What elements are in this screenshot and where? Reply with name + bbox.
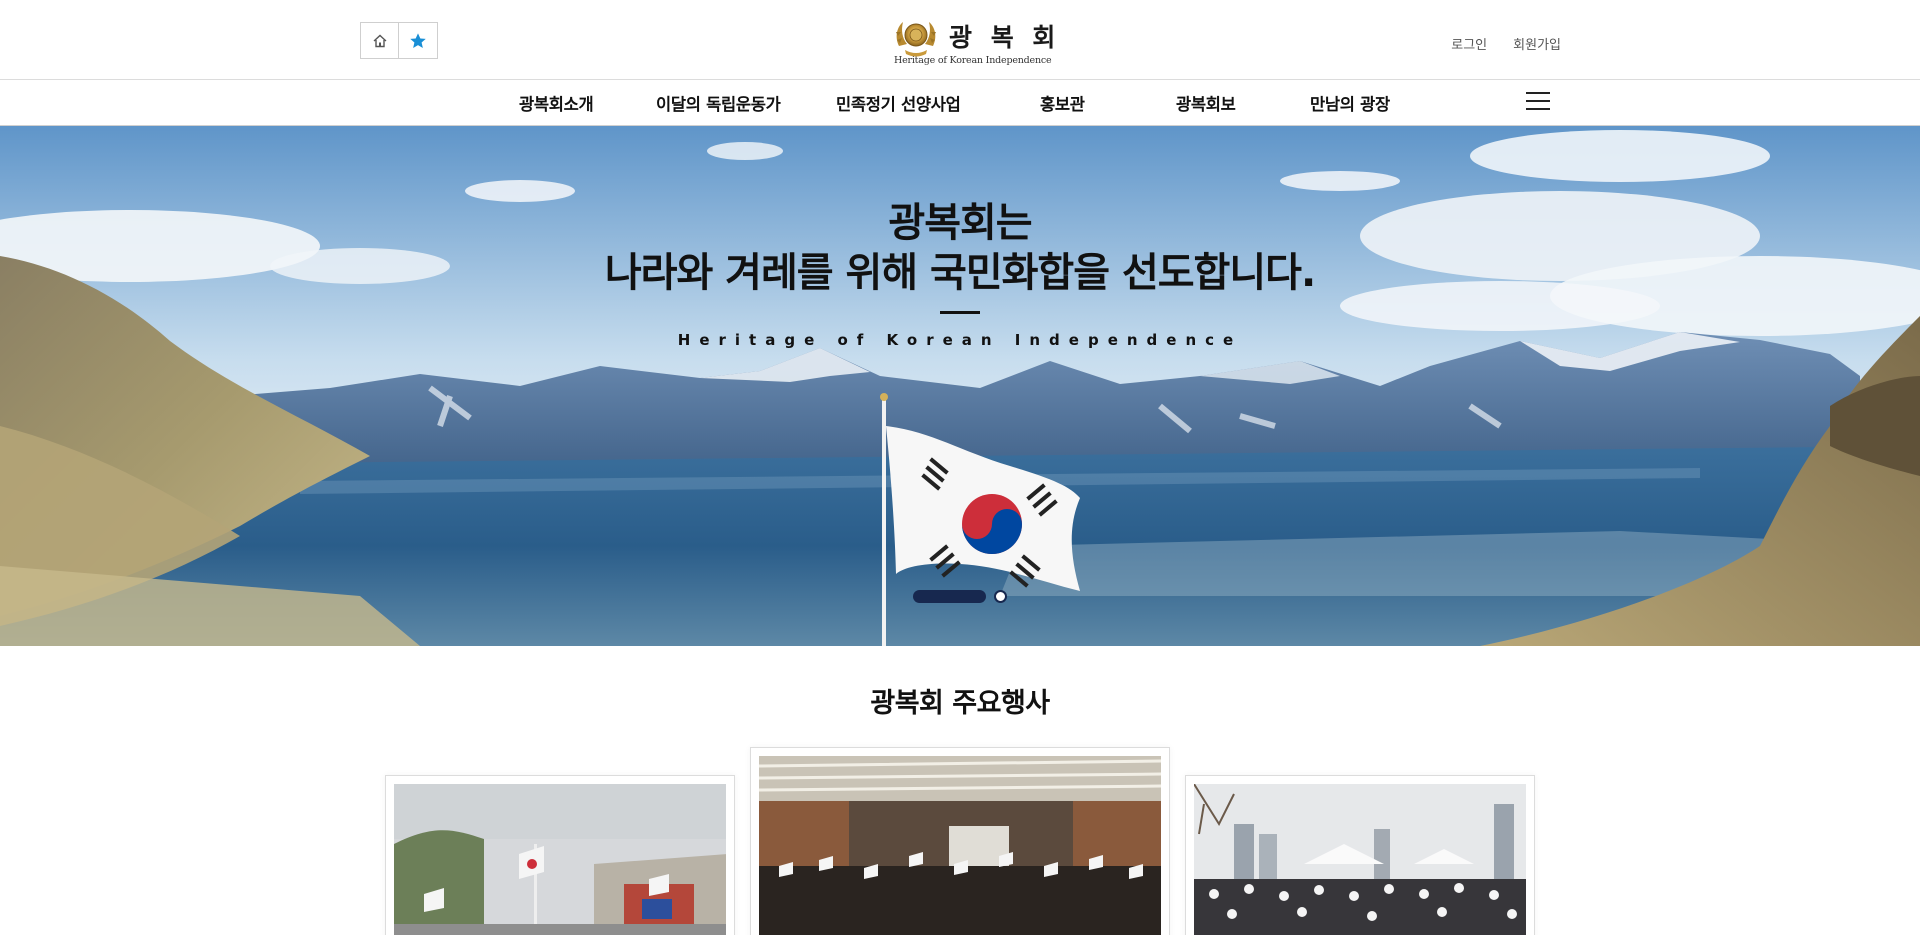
hero-divider: [940, 311, 980, 314]
nav-item-community[interactable]: 만남의 광장: [1310, 91, 1390, 115]
join-link[interactable]: 회원가입: [1513, 34, 1561, 53]
event-card[interactable]: [1185, 775, 1535, 935]
event-photo: [759, 756, 1161, 935]
nav-item-bulletin[interactable]: 광복회보: [1176, 91, 1236, 115]
slider-pagination: [913, 590, 1007, 603]
site-logo[interactable]: 광 복 회 Heritage of Korean Independence: [893, 16, 1055, 68]
top-header: 광 복 회 Heritage of Korean Independence 로그…: [0, 0, 1920, 80]
hero-title-line2: 나라와 겨레를 위해 국민화합을 선도합니다.: [604, 250, 1316, 296]
hero-banner: 광복회는 나라와 겨레를 위해 국민화합을 선도합니다. Heritage of…: [0, 126, 1920, 646]
event-photo: [394, 784, 726, 935]
login-link[interactable]: 로그인: [1451, 34, 1487, 53]
logo-subtitle: Heritage of Korean Independence: [894, 55, 1052, 66]
hamburger-menu-icon[interactable]: [1526, 92, 1550, 112]
event-photo: [1194, 784, 1526, 935]
star-icon: [410, 32, 426, 48]
nav-item-promotion[interactable]: 홍보관: [1040, 91, 1085, 115]
main-navigation: 광복회소개 이달의 독립운동가 민족정기 선양사업 홍보관 광복회보 만남의 광…: [0, 80, 1920, 126]
hero-subtitle: Heritage of Korean Independence: [677, 331, 1243, 349]
emblem-icon: [896, 22, 936, 57]
home-icon: [373, 34, 386, 47]
member-links: 로그인 회원가입: [1451, 34, 1561, 53]
events-section-title: 광복회 주요행사: [870, 688, 1050, 719]
favorite-button[interactable]: [399, 22, 438, 59]
slider-dot-active[interactable]: [913, 590, 986, 603]
home-button[interactable]: [360, 22, 399, 59]
quick-links: [360, 22, 438, 59]
nav-item-independence-activist[interactable]: 이달의 독립운동가: [656, 91, 781, 115]
slider-dot[interactable]: [994, 590, 1007, 603]
logo-name: 광 복 회: [949, 23, 1061, 52]
nav-item-about[interactable]: 광복회소개: [519, 91, 594, 115]
event-card[interactable]: [750, 747, 1170, 935]
nav-item-national-spirit[interactable]: 민족정기 선양사업: [836, 91, 961, 115]
event-card[interactable]: [385, 775, 735, 935]
